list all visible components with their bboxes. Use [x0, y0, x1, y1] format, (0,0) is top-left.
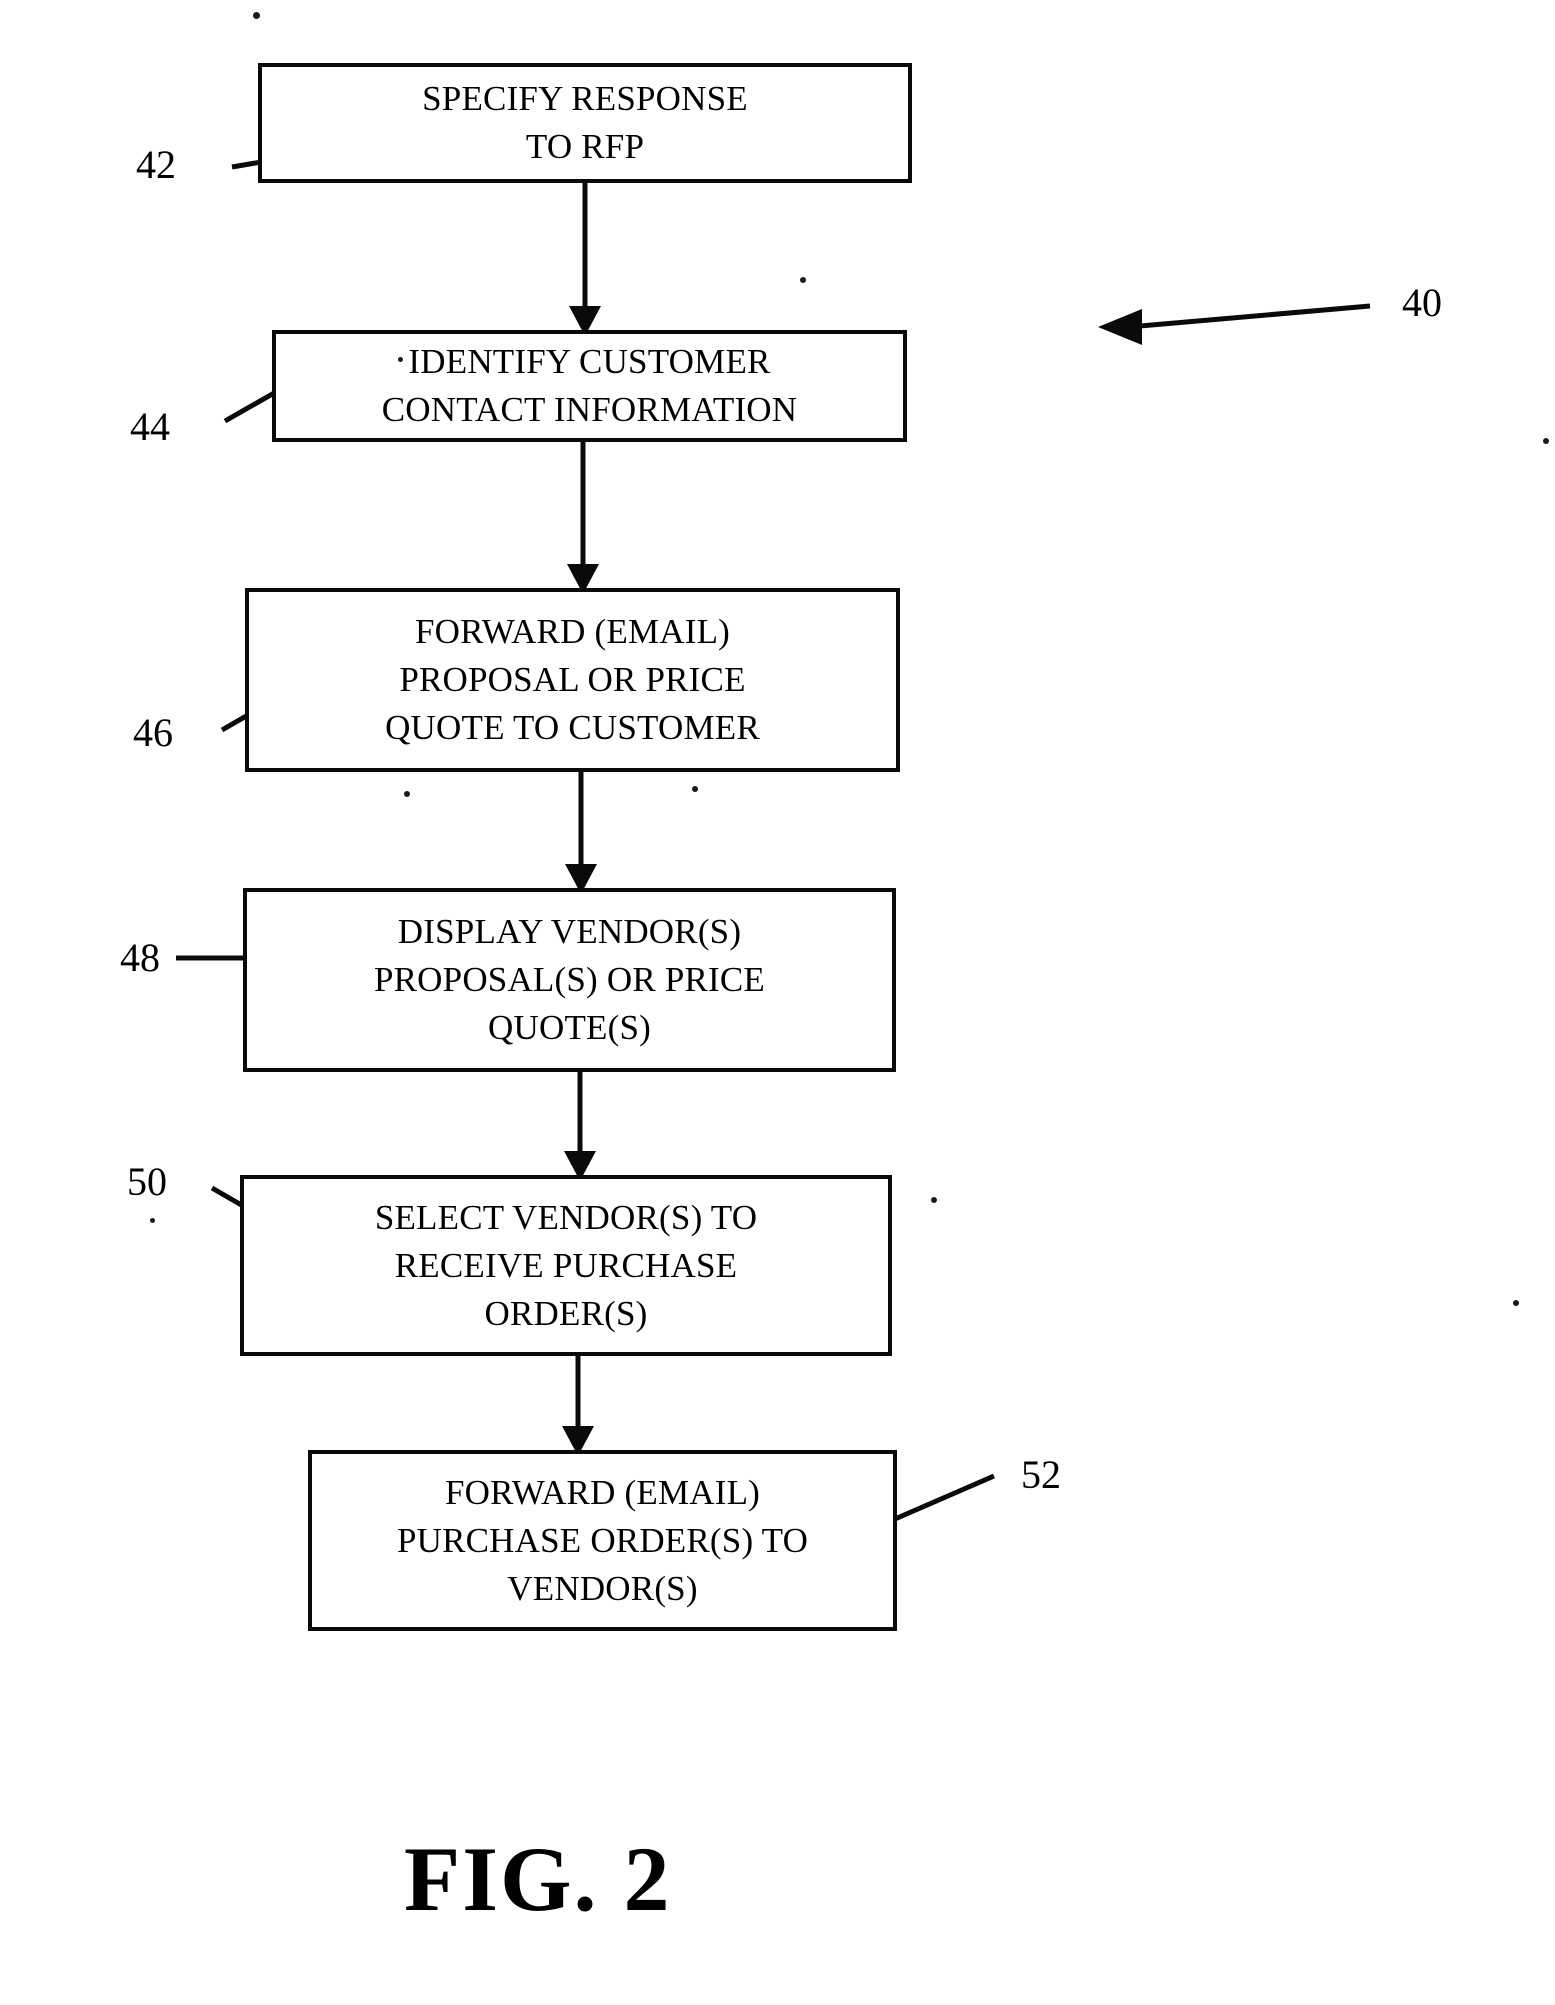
figure-caption: FIG. 2 [404, 1828, 672, 1930]
flow-box-line: PROPOSAL OR PRICE [399, 660, 746, 699]
reference-numeral-44: 44 [130, 404, 170, 449]
arrow-44-to-46 [567, 441, 599, 594]
flow-box-line: ORDER(S) [484, 1293, 648, 1333]
leader-arrow-40 [1098, 303, 1371, 345]
flow-box-select-vendors-for-purchase-order: SELECT VENDOR(S) TO RECEIVE PURCHASE ORD… [240, 1175, 892, 1356]
scan-speck [404, 791, 410, 797]
flow-box-line: RECEIVE PURCHASE [394, 1245, 738, 1285]
flow-box-line: SPECIFY RESPONSE [422, 79, 748, 118]
flow-box-forward-purchase-orders-to-vendors: FORWARD (EMAIL) PURCHASE ORDER(S) TO VEN… [308, 1450, 897, 1631]
reference-numeral-50: 50 [127, 1159, 167, 1204]
flow-box-specify-response-to-rfp: SPECIFY RESPONSE TO RFP [258, 63, 912, 183]
reference-numeral-52: 52 [1021, 1452, 1061, 1497]
scan-speck [692, 786, 698, 792]
arrow-48-to-50 [564, 1071, 596, 1181]
reference-numeral-42: 42 [136, 142, 176, 187]
flow-box-line: SELECT VENDOR(S) TO [374, 1197, 758, 1237]
flow-box-line: FORWARD (EMAIL) [444, 1472, 761, 1512]
flow-box-line: DISPLAY VENDOR(S) [397, 912, 742, 951]
flow-box-line: VENDOR(S) [507, 1568, 698, 1608]
reference-numeral-48: 48 [120, 935, 160, 980]
scan-speck [1513, 1300, 1519, 1306]
scan-speck [398, 357, 403, 362]
flow-box-line: PROPOSAL(S) OR PRICE [373, 960, 766, 999]
flow-box-line: IDENTIFY CUSTOMER [408, 342, 771, 381]
flow-box-line: QUOTE(S) [488, 1008, 651, 1047]
leader-line-52 [887, 1473, 995, 1525]
flow-box-line: PURCHASE ORDER(S) TO [396, 1520, 809, 1560]
patent-figure-canvas: SPECIFY RESPONSE TO RFP IDENTIFY CUSTOME… [0, 0, 1555, 2005]
arrow-46-to-48 [565, 771, 597, 894]
flow-box-line: QUOTE TO CUSTOMER [385, 708, 760, 747]
reference-numeral-46: 46 [133, 710, 173, 755]
arrow-42-to-44 [569, 183, 601, 336]
scan-speck [931, 1197, 937, 1203]
scan-speck [800, 277, 806, 283]
flow-box-line: FORWARD (EMAIL) [414, 612, 731, 651]
scan-speck [253, 12, 260, 19]
scan-speck [1543, 438, 1549, 444]
reference-numeral-40: 40 [1402, 280, 1442, 325]
flow-box-line: TO RFP [525, 127, 645, 166]
arrow-50-to-52 [562, 1356, 594, 1456]
scan-speck [150, 1218, 155, 1223]
flow-box-identify-customer-contact-information: IDENTIFY CUSTOMER CONTACT INFORMATION [272, 330, 907, 442]
flow-box-display-vendor-proposals: DISPLAY VENDOR(S) PROPOSAL(S) OR PRICE Q… [243, 888, 896, 1072]
flow-box-line: CONTACT INFORMATION [381, 390, 798, 429]
flow-box-forward-proposal-to-customer: FORWARD (EMAIL) PROPOSAL OR PRICE QUOTE … [245, 588, 900, 772]
